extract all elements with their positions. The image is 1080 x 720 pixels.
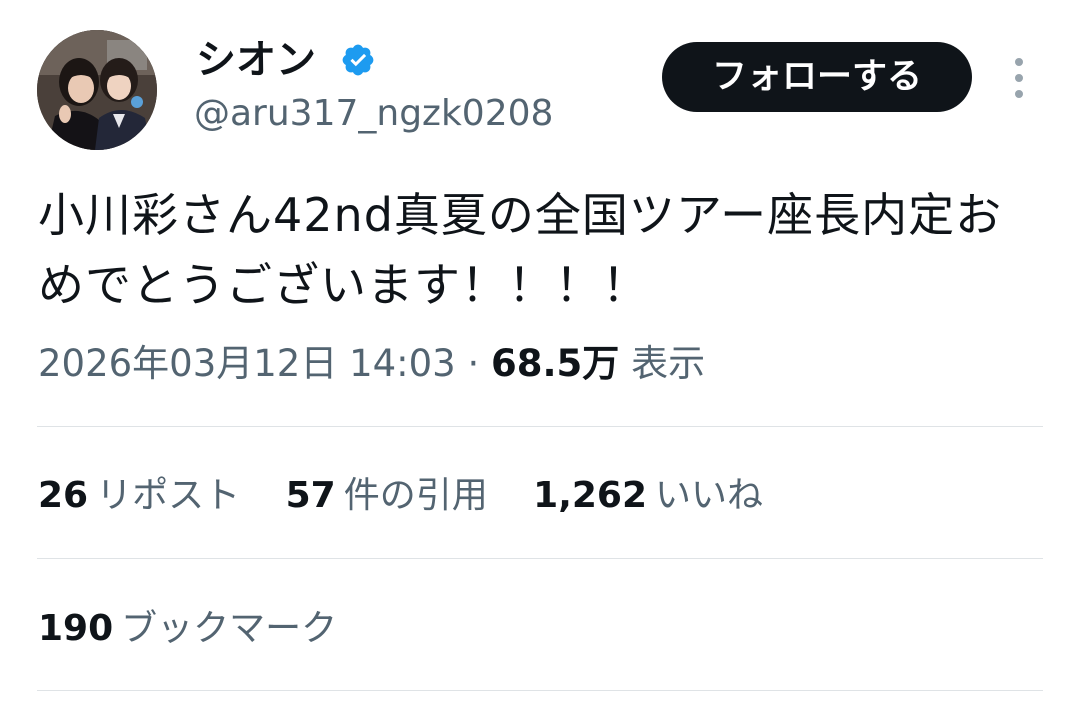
- tweet-timestamp[interactable]: 2026年03月12日 14:03: [38, 342, 456, 385]
- more-vertical-icon[interactable]: [1004, 54, 1034, 102]
- divider: [37, 690, 1043, 691]
- likes-stat[interactable]: 1,262 いいね: [533, 470, 763, 522]
- bookmarks-label: ブックマーク: [121, 608, 338, 649]
- tweet-text: 小川彩さん42nd真夏の全国ツアー座長内定おめでとうございます！！！！: [38, 188, 1003, 312]
- views-count: 68.5万: [491, 342, 620, 385]
- reposts-stat[interactable]: 26 リポスト: [38, 470, 240, 522]
- quotes-stat[interactable]: 57 件の引用: [286, 470, 488, 522]
- likes-count: 1,262: [533, 475, 648, 516]
- tweet-detail: シオン @aru317_ngzk0208 フォローする 小川彩さん42nd真夏の…: [0, 0, 1080, 720]
- views-label: 表示: [631, 342, 706, 385]
- quotes-label: 件の引用: [343, 475, 488, 516]
- follow-button[interactable]: フォローする: [662, 42, 972, 112]
- bookmarks-stat[interactable]: 190 ブックマーク: [38, 603, 371, 655]
- meta-separator: ·: [467, 342, 480, 385]
- divider: [37, 426, 1043, 427]
- avatar-photo: [37, 30, 157, 150]
- bookmarks-stat-inner: 190 ブックマーク: [38, 603, 337, 655]
- reposts-count: 26: [38, 475, 89, 516]
- divider: [37, 558, 1043, 559]
- quotes-count: 57: [285, 475, 336, 516]
- display-name[interactable]: シオン: [196, 36, 316, 84]
- verified-badge-icon: [342, 44, 374, 76]
- engagement-stats: 26 リポスト 57 件の引用 1,262 いいね: [38, 470, 797, 522]
- bookmarks-count: 190: [38, 608, 114, 649]
- tweet-meta: 2026年03月12日 14:03 · 68.5万 表示: [38, 338, 705, 390]
- likes-label: いいね: [655, 475, 764, 516]
- avatar[interactable]: [37, 30, 157, 150]
- reposts-label: リポスト: [96, 475, 241, 516]
- author-handle[interactable]: @aru317_ngzk0208: [194, 92, 553, 136]
